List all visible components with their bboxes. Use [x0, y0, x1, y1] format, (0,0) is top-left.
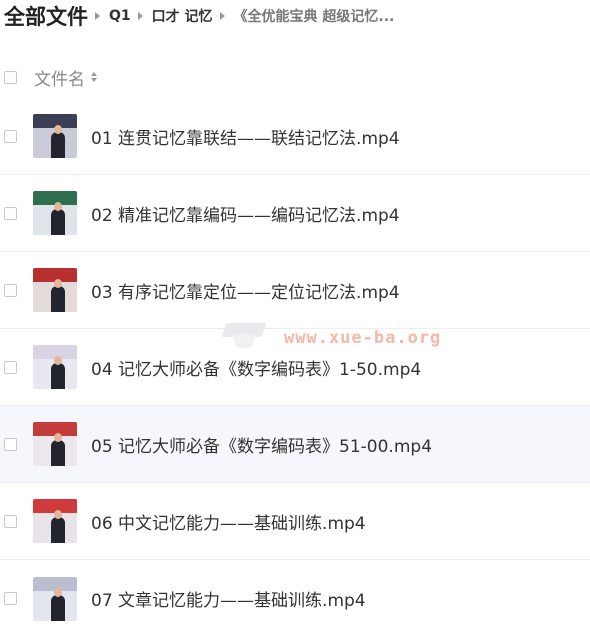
breadcrumb-item-folder[interactable]: 口才 记忆	[152, 6, 213, 26]
chevron-right-icon	[95, 12, 100, 20]
file-row[interactable]: 05 记忆大师必备《数字编码表》51-00.mp4	[0, 406, 590, 483]
row-checkbox[interactable]	[4, 514, 17, 528]
select-all-checkbox[interactable]	[4, 70, 17, 84]
file-name[interactable]: 06 中文记忆能力——基础训练.mp4	[91, 509, 366, 534]
row-checkbox[interactable]	[4, 437, 17, 451]
video-thumbnail	[33, 576, 77, 621]
chevron-right-icon	[137, 12, 143, 20]
file-name[interactable]: 07 文章记忆能力——基础训练.mp4	[91, 586, 366, 611]
file-name[interactable]: 01 连贯记忆靠联结——联结记忆法.mp4	[91, 124, 400, 149]
file-row[interactable]: 07 文章记忆能力——基础训练.mp4	[0, 560, 590, 637]
file-row[interactable]: 03 有序记忆靠定位——定位记忆法.mp4	[0, 252, 590, 329]
file-row[interactable]: 01 连贯记忆靠联结——联结记忆法.mp4	[0, 98, 590, 175]
row-checkbox[interactable]	[4, 283, 17, 297]
breadcrumb-item-current: 《全优能宝典 超级记忆...	[233, 9, 395, 25]
file-name[interactable]: 03 有序记忆靠定位——定位记忆法.mp4	[91, 278, 400, 303]
file-name[interactable]: 02 精准记忆靠编码——编码记忆法.mp4	[91, 201, 400, 226]
file-row[interactable]: 06 中文记忆能力——基础训练.mp4	[0, 483, 590, 560]
video-thumbnail	[33, 345, 77, 389]
sort-icon[interactable]	[91, 72, 97, 82]
file-list-header: 文件名	[4, 62, 590, 92]
chevron-right-icon	[219, 12, 225, 20]
breadcrumb: 全部文件 Q1 口才 记忆 《全优能宝典 超级记忆...	[4, 0, 394, 32]
video-thumbnail	[33, 191, 77, 235]
file-name[interactable]: 05 记忆大师必备《数字编码表》51-00.mp4	[91, 432, 432, 457]
video-thumbnail	[33, 114, 77, 158]
row-checkbox[interactable]	[4, 360, 17, 374]
file-name[interactable]: 04 记忆大师必备《数字编码表》1-50.mp4	[91, 355, 421, 380]
breadcrumb-root[interactable]: 全部文件	[4, 1, 88, 31]
row-checkbox[interactable]	[4, 129, 17, 143]
row-checkbox[interactable]	[4, 592, 17, 605]
row-checkbox[interactable]	[4, 206, 17, 220]
video-thumbnail	[33, 268, 77, 312]
breadcrumb-item-q1[interactable]: Q1	[109, 8, 131, 24]
video-thumbnail	[33, 422, 77, 466]
video-thumbnail	[33, 499, 77, 543]
column-header-filename[interactable]: 文件名	[34, 65, 85, 90]
file-row[interactable]: 02 精准记忆靠编码——编码记忆法.mp4	[0, 175, 590, 252]
file-row[interactable]: 04 记忆大师必备《数字编码表》1-50.mp4	[0, 329, 590, 406]
